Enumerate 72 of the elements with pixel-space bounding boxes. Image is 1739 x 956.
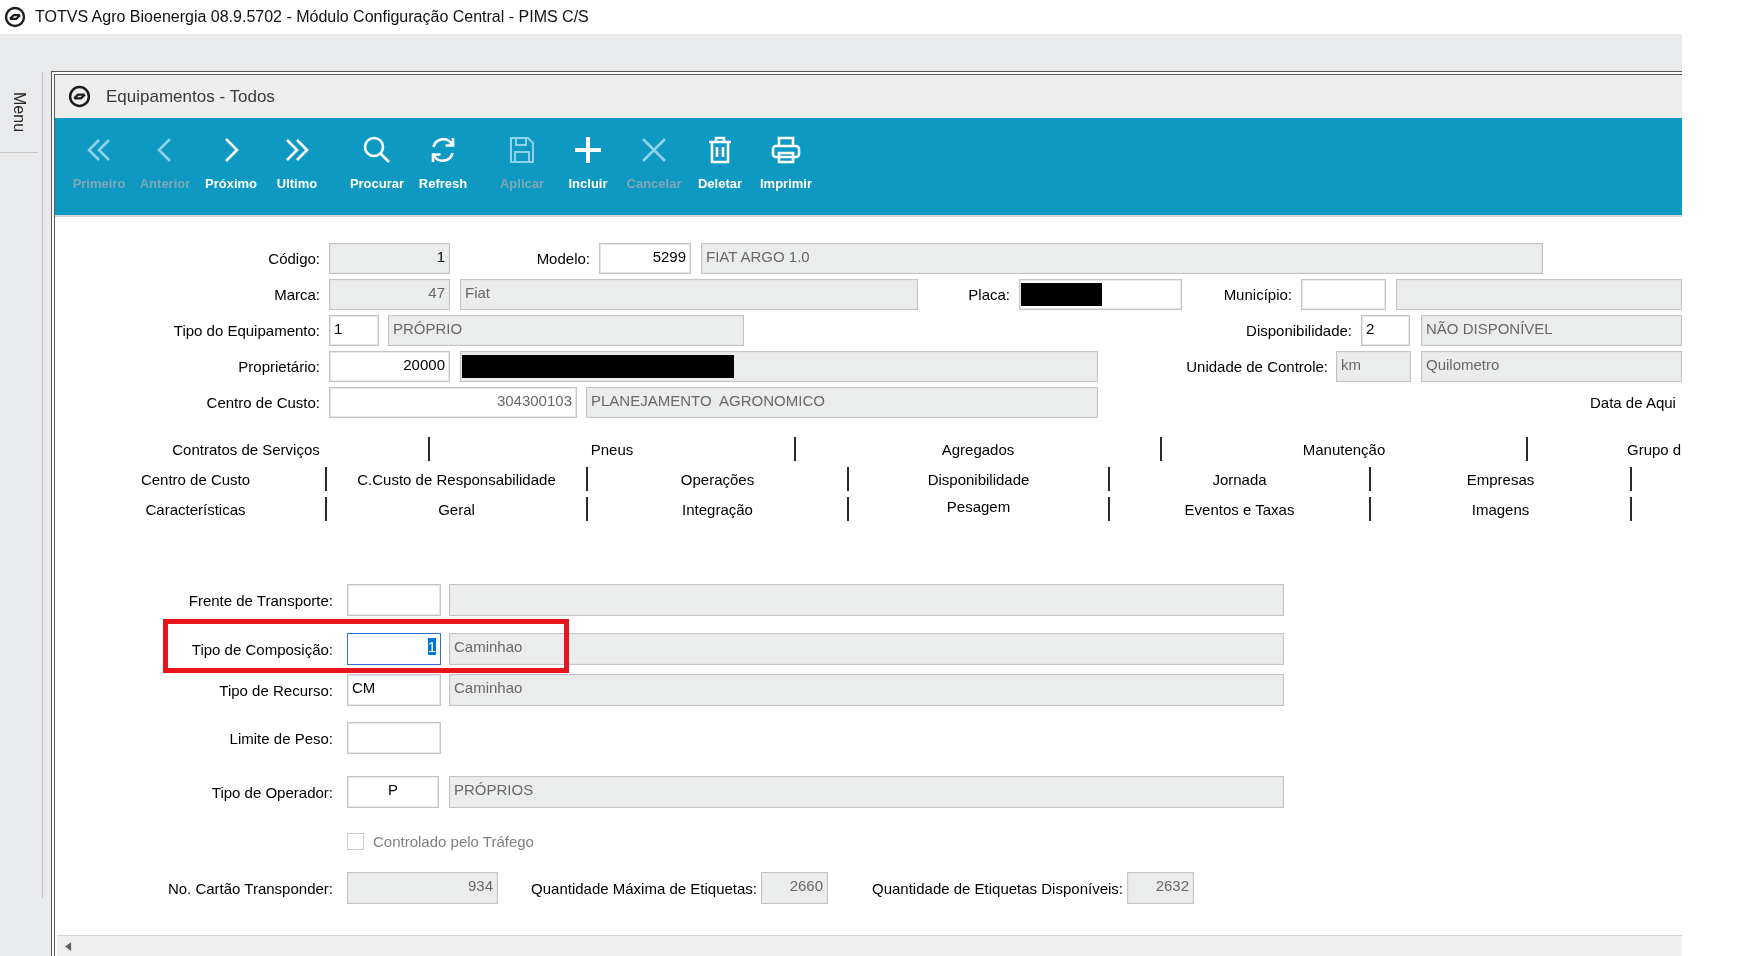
tab[interactable]: Empresas (1466, 470, 1535, 488)
field-label: Quantidade Máxima de Etiquetas: (531, 879, 757, 897)
readonly-field: 1 (329, 243, 450, 274)
tab[interactable]: Imagens (1471, 500, 1530, 518)
readonly-field: NÃO DISPONÍVEL (1421, 315, 1682, 346)
plus-icon (572, 134, 604, 166)
field-label: Centro de Custo: (206, 394, 320, 411)
field-label: Tipo do Equipamento: (173, 322, 320, 339)
tab[interactable]: Centro de Custo (140, 470, 251, 488)
tab[interactable]: Operações (680, 470, 755, 488)
field-label: Município: (1223, 286, 1292, 303)
readonly-field: 934 (347, 872, 498, 904)
field-label: Placa: (968, 286, 1010, 303)
triangle-left-icon (64, 941, 72, 951)
horizontal-scrollbar[interactable] (57, 935, 1682, 956)
readonly-field: km (1336, 351, 1411, 382)
printer-icon (770, 134, 802, 166)
readonly-field: Caminhao (449, 633, 1284, 665)
input-field[interactable]: CM (347, 674, 441, 706)
readonly-field: 2632 (1127, 872, 1194, 904)
app-logo-icon (4, 6, 26, 28)
field-label: Frente de Transporte: (188, 591, 333, 609)
readonly-field: Quilometro (1421, 351, 1682, 382)
window-title: Equipamentos - Todos (106, 86, 275, 107)
input-field[interactable]: 20000 (329, 351, 450, 382)
tab[interactable]: Contratos de Serviços (172, 440, 320, 458)
readonly-field: 47 (329, 279, 450, 310)
readonly-field: FIAT ARGO 1.0 (701, 243, 1543, 274)
input-field[interactable]: 5299 (599, 243, 691, 274)
input-field[interactable]: 2 (1361, 315, 1410, 346)
readonly-field: Fiat (460, 279, 918, 310)
tab[interactable]: Eventos e Taxas (1184, 500, 1295, 518)
field-label: Modelo: (536, 250, 590, 267)
tab[interactable]: Jornada (1212, 470, 1267, 488)
readonly-field: PLANEJAMENTO AGRONOMICO (586, 387, 1098, 418)
app-logo-icon (68, 85, 91, 108)
tab[interactable]: Integração (682, 500, 753, 518)
input-field[interactable] (347, 722, 441, 754)
field-label: Código: (268, 250, 320, 267)
readonly-field: PRÓPRIOS (449, 776, 1284, 808)
tab[interactable]: Pneus (590, 440, 634, 458)
input-field[interactable] (347, 584, 441, 616)
input-field[interactable]: 1 (347, 633, 441, 665)
field-label: Tipo de Operador: (211, 783, 333, 801)
input-field[interactable] (1019, 279, 1182, 310)
field-label: Tipo de Recurso: (219, 681, 333, 699)
menu-tab[interactable]: Menu (10, 92, 28, 133)
checkbox-label: Controlado pelo Tráfego (373, 832, 534, 850)
tab[interactable]: Geral (438, 500, 475, 518)
input-field[interactable]: 1 (329, 315, 379, 346)
field-label: Proprietário: (238, 358, 320, 375)
tab[interactable]: Manutenção (1302, 440, 1386, 458)
tab[interactable]: Grupo d (1627, 440, 1682, 458)
field-label: Disponibilidade: (1246, 322, 1352, 339)
tab[interactable]: Disponibilidade (927, 470, 1030, 488)
input-field[interactable]: P (347, 776, 439, 808)
readonly-field: 2660 (761, 872, 828, 904)
tab[interactable]: Agregados (941, 440, 1015, 458)
field-label: Data de Aqui (1590, 394, 1676, 411)
tab[interactable]: Pesagem (946, 497, 1011, 515)
field-label: Unidade de Controle: (1186, 358, 1328, 375)
field-label: Limite de Peso: (229, 729, 333, 747)
app-title: TOTVS Agro Bioenergia 08.9.5702 - Módulo Configuração Central - PIMS C/S (35, 8, 589, 26)
field-label: Marca: (274, 286, 320, 303)
input-field[interactable] (1301, 279, 1386, 310)
tab[interactable]: Características (145, 500, 246, 518)
field-label: Tipo de Composição: (191, 640, 333, 658)
tab[interactable]: C.Custo de Responsabilidade (357, 470, 556, 488)
field-label: No. Cartão Transponder: (167, 879, 333, 897)
readonly-field: PRÓPRIO (388, 315, 744, 346)
readonly-field: Caminhao (449, 674, 1284, 706)
field-label: Quantidade de Etiquetas Disponíveis: (872, 879, 1123, 897)
